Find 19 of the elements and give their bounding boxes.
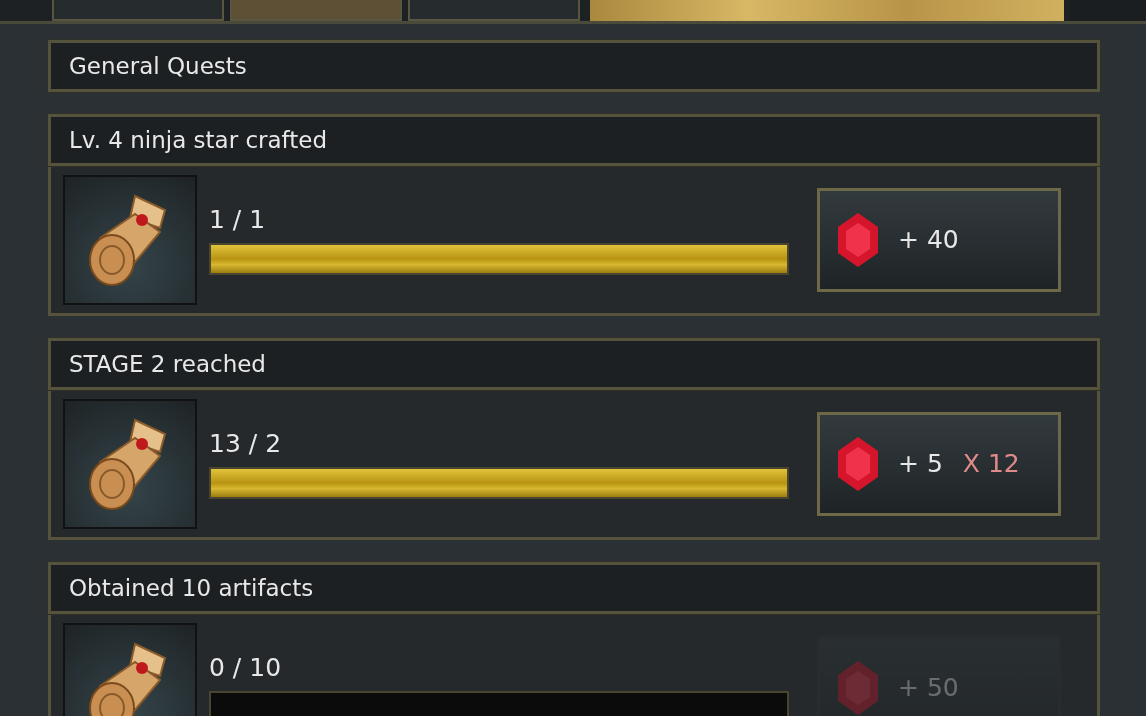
tab[interactable]	[408, 0, 580, 21]
progress-text: 13 / 2	[209, 428, 283, 459]
gem-icon	[836, 210, 880, 269]
tab[interactable]	[230, 0, 402, 21]
section-title: General Quests	[48, 40, 1100, 92]
quest-title: Obtained 10 artifacts	[48, 562, 1100, 614]
reward-amount: + 5	[898, 447, 943, 480]
tab[interactable]	[52, 0, 224, 21]
reward-button[interactable]: + 40	[817, 187, 1061, 292]
gem-icon	[836, 434, 880, 493]
progress-text: 1 / 1	[209, 204, 267, 235]
quest-title: STAGE 2 reached	[48, 338, 1100, 390]
quest-title: Lv. 4 ninja star crafted	[48, 114, 1100, 166]
reward-button[interactable]: + 5 X 12	[817, 411, 1061, 516]
gem-icon	[836, 658, 880, 716]
progress-text: 0 / 10	[209, 652, 283, 683]
reward-amount: + 50	[898, 671, 959, 704]
reward-amount: + 40	[898, 223, 959, 256]
reward-multiplier: X 12	[962, 447, 1020, 480]
